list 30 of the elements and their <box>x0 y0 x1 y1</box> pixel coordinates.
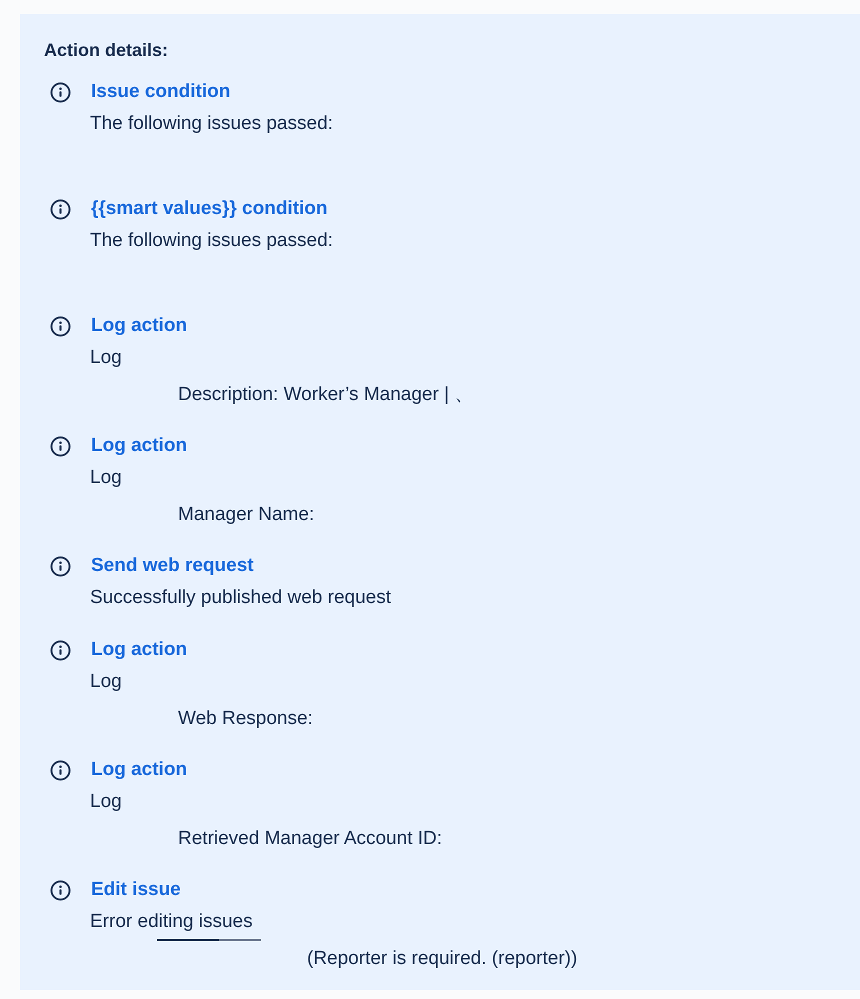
action-title-link[interactable]: Edit issue <box>91 876 181 904</box>
log-detail: Retrieved Manager Account ID: <box>178 827 444 851</box>
action-title-link[interactable]: {{smart values}} condition <box>91 194 328 224</box>
action-title-link[interactable]: Log action <box>91 636 188 664</box>
action-message: Error editing issues <box>90 910 254 934</box>
info-icon <box>50 556 71 576</box>
log-detail: Description: Worker’s Manager | 、 <box>178 383 474 407</box>
error-detail: (Reporter is required. (reporter)) <box>307 947 578 971</box>
action-title-link[interactable]: Send web request <box>91 552 254 580</box>
action-title-link[interactable]: Log action <box>91 312 188 340</box>
info-icon <box>50 640 71 660</box>
info-icon <box>50 760 71 780</box>
info-icon <box>50 316 71 336</box>
info-icon <box>50 198 71 220</box>
action-title-link[interactable]: Log action <box>91 432 188 460</box>
action-message: The following issues passed: <box>90 112 334 136</box>
log-detail: Manager Name: <box>178 503 316 527</box>
action-title-link[interactable]: Issue condition <box>91 78 230 106</box>
action-message: Log <box>90 346 123 370</box>
action-message: Log <box>90 790 123 814</box>
action-message: Log <box>90 466 123 490</box>
info-icon <box>50 436 71 456</box>
info-icon <box>50 880 71 900</box>
action-message: Log <box>90 670 123 694</box>
log-detail: Web Response: <box>178 707 314 731</box>
action-message: The following issues passed: <box>90 229 334 253</box>
action-message: Successfully published web request <box>90 586 392 610</box>
action-title-link[interactable]: Log action <box>91 756 188 784</box>
info-icon <box>50 82 71 102</box>
section-heading: Action details: <box>44 39 170 62</box>
